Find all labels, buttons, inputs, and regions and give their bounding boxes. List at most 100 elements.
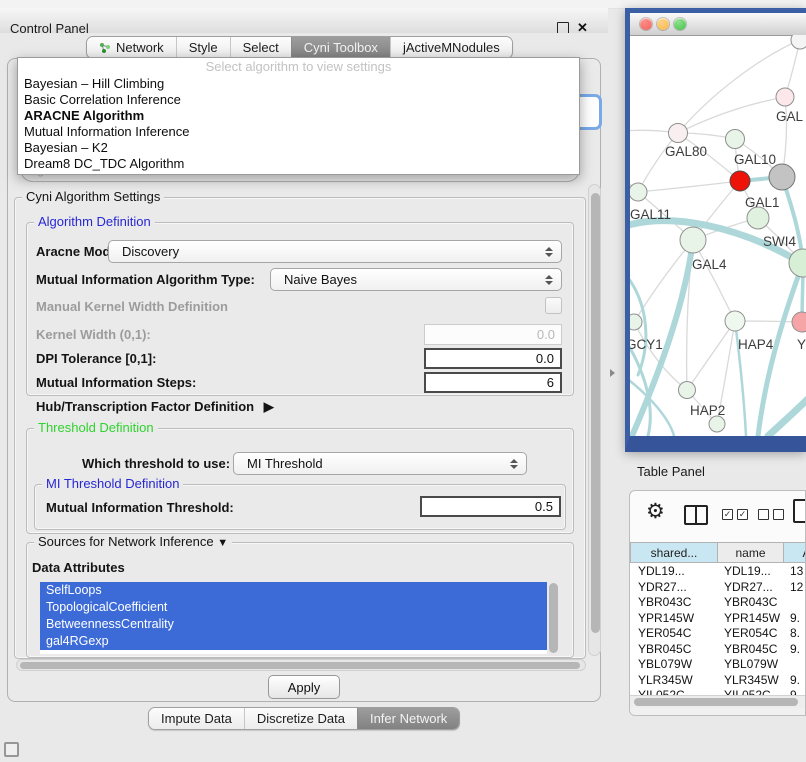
scrollbar-thumb[interactable] — [634, 698, 798, 706]
network-node-gal[interactable] — [776, 88, 794, 106]
table-row[interactable]: YBR043CYBR043C — [630, 594, 806, 610]
network-node-gal80[interactable] — [669, 124, 688, 143]
column-header-shared[interactable]: shared... — [630, 542, 718, 563]
dpi-tolerance-field[interactable]: 0.0 — [424, 348, 562, 369]
table-cell: YDL19... — [724, 564, 771, 578]
column-header-name[interactable]: name — [718, 542, 784, 563]
mi-threshold-field[interactable]: 0.5 — [420, 496, 561, 517]
network-node[interactable] — [730, 171, 750, 191]
network-node-hap4[interactable] — [725, 311, 745, 331]
network-node-label: GAL1 — [745, 195, 780, 210]
dropdown-item[interactable]: Mutual Information Inference — [18, 124, 579, 140]
table-row[interactable]: YIL052CYIL052C9. — [630, 687, 806, 695]
network-edge[interactable] — [638, 181, 740, 192]
checked-checkbox-icon[interactable]: ✓ — [722, 509, 733, 520]
network-node-hap2[interactable] — [679, 382, 696, 399]
tab-impute-data[interactable]: Impute Data — [149, 708, 244, 729]
table-cell: YER054C — [724, 626, 777, 640]
tab-style[interactable]: Style — [176, 37, 230, 58]
mi-threshold-title: MI Threshold Definition — [42, 477, 183, 491]
dropdown-item[interactable]: Basic Correlation Inference — [18, 92, 579, 108]
checked-checkbox-icon[interactable]: ✓ — [737, 509, 748, 520]
network-view-window[interactable]: GALGAL80GAL10GAL1GAL11SWI4GAL4GCY1HAP4YH… — [625, 8, 806, 452]
settings-vertical-scrollbar[interactable] — [588, 184, 601, 656]
table-row[interactable]: YBR045CYBR045C9. — [630, 641, 806, 657]
network-node-gal1[interactable] — [747, 207, 769, 229]
zoom-window-icon[interactable] — [674, 18, 686, 30]
collapse-down-icon[interactable]: ▼ — [217, 537, 228, 549]
network-edge[interactable] — [634, 322, 687, 390]
list-item[interactable]: SelfLoops — [40, 582, 547, 599]
tab-infer-network[interactable]: Infer Network — [357, 708, 459, 729]
panel-splitter-arrow-icon[interactable] — [610, 369, 615, 377]
table-cell: YIL052C — [724, 688, 771, 695]
dropdown-item-highlighted[interactable]: ARACNE Algorithm — [18, 108, 579, 124]
list-item[interactable]: gal4RGexp — [40, 633, 547, 650]
list-item[interactable]: TopologicalCoefficient — [40, 599, 547, 616]
minimize-window-icon[interactable] — [657, 18, 669, 30]
network-node-y[interactable] — [792, 312, 806, 332]
network-node-swi4[interactable] — [789, 249, 806, 277]
network-edge[interactable] — [638, 133, 678, 192]
table-cell: YPR145W — [724, 611, 780, 625]
network-node-gal4[interactable] — [680, 227, 706, 253]
network-node[interactable] — [709, 416, 725, 432]
scrollbar-thumb[interactable] — [20, 662, 580, 669]
network-node-label: SWI4 — [763, 234, 796, 249]
settings-horizontal-scrollbar[interactable] — [16, 659, 586, 671]
dropdown-item[interactable]: Bayesian – K2 — [18, 140, 579, 156]
network-window-titlebar[interactable] — [630, 13, 806, 36]
document-icon[interactable] — [793, 499, 806, 523]
docked-panel-icon[interactable] — [4, 742, 19, 757]
apply-button[interactable]: Apply — [268, 675, 340, 699]
which-threshold-value: MI Threshold — [247, 456, 323, 471]
tab-jactivemnodules[interactable]: jActiveMNodules — [390, 37, 512, 58]
network-node[interactable] — [769, 164, 795, 190]
table-row[interactable]: YLR345WYLR345W9. — [630, 672, 806, 688]
expand-right-icon[interactable]: ▶ — [264, 399, 274, 414]
combo-spinner-icon — [510, 459, 518, 469]
table-row[interactable]: YBL079WYBL079W — [630, 656, 806, 672]
network-node-gcy1[interactable] — [630, 314, 642, 330]
network-node-gal11[interactable] — [630, 183, 647, 201]
mi-type-combo[interactable]: Naive Bayes — [270, 268, 562, 291]
network-node-gal10[interactable] — [726, 130, 745, 149]
which-threshold-combo[interactable]: MI Threshold — [233, 452, 527, 475]
attributes-list-scrollbar[interactable] — [549, 583, 558, 653]
unchecked-checkbox-icon[interactable] — [773, 509, 784, 520]
column-header-clipped[interactable]: A — [784, 542, 806, 563]
network-edge[interactable] — [687, 321, 735, 390]
table-row[interactable]: YDL19...YDL19...13 — [630, 563, 806, 579]
manual-kernel-checkbox[interactable] — [545, 297, 562, 314]
table-horizontal-scrollbar[interactable] — [630, 695, 806, 709]
table-row[interactable]: YDR27...YDR27...12 — [630, 579, 806, 595]
dpi-tolerance-label: DPI Tolerance [0,1]: — [36, 351, 156, 367]
aracne-mode-combo[interactable]: Discovery — [108, 240, 562, 263]
unchecked-checkbox-icon[interactable] — [758, 509, 769, 520]
network-node[interactable] — [791, 35, 806, 49]
scrollbar-thumb[interactable] — [591, 193, 600, 633]
kernel-width-field[interactable]: 0.0 — [424, 324, 562, 345]
table-cell: YIL052C — [638, 688, 685, 695]
network-edge[interactable] — [768, 391, 806, 436]
tab-cyni-toolbox[interactable]: Cyni Toolbox — [291, 37, 390, 58]
gear-icon[interactable]: ⚙ — [646, 499, 665, 524]
tab-discretize-data[interactable]: Discretize Data — [244, 708, 357, 729]
tab-select[interactable]: Select — [230, 37, 291, 58]
network-edge[interactable] — [693, 240, 735, 321]
scrollbar-thumb[interactable] — [549, 583, 558, 653]
split-columns-icon[interactable] — [684, 505, 708, 525]
sources-title[interactable]: Sources for Network Inference ▼ — [34, 535, 232, 550]
mi-type-value: Naive Bayes — [284, 272, 357, 287]
table-row[interactable]: YER054CYER054C8. — [630, 625, 806, 641]
hub-section-label[interactable]: Hub/Transcription Factor Definition ▶ — [36, 399, 274, 415]
mi-steps-field[interactable]: 6 — [424, 372, 562, 393]
list-item[interactable]: BetweennessCentrality — [40, 616, 547, 633]
close-window-icon[interactable] — [640, 18, 652, 30]
table-row[interactable]: YPR145WYPR145W9. — [630, 610, 806, 626]
tab-network[interactable]: Network — [87, 37, 176, 58]
kernel-width-label: Kernel Width (0,1): — [36, 327, 151, 343]
dropdown-item[interactable]: Dream8 DC_TDC Algorithm — [18, 156, 579, 172]
network-canvas[interactable]: GALGAL80GAL10GAL1GAL11SWI4GAL4GCY1HAP4YH… — [630, 35, 806, 436]
dropdown-item[interactable]: Bayesian – Hill Climbing — [18, 76, 579, 92]
